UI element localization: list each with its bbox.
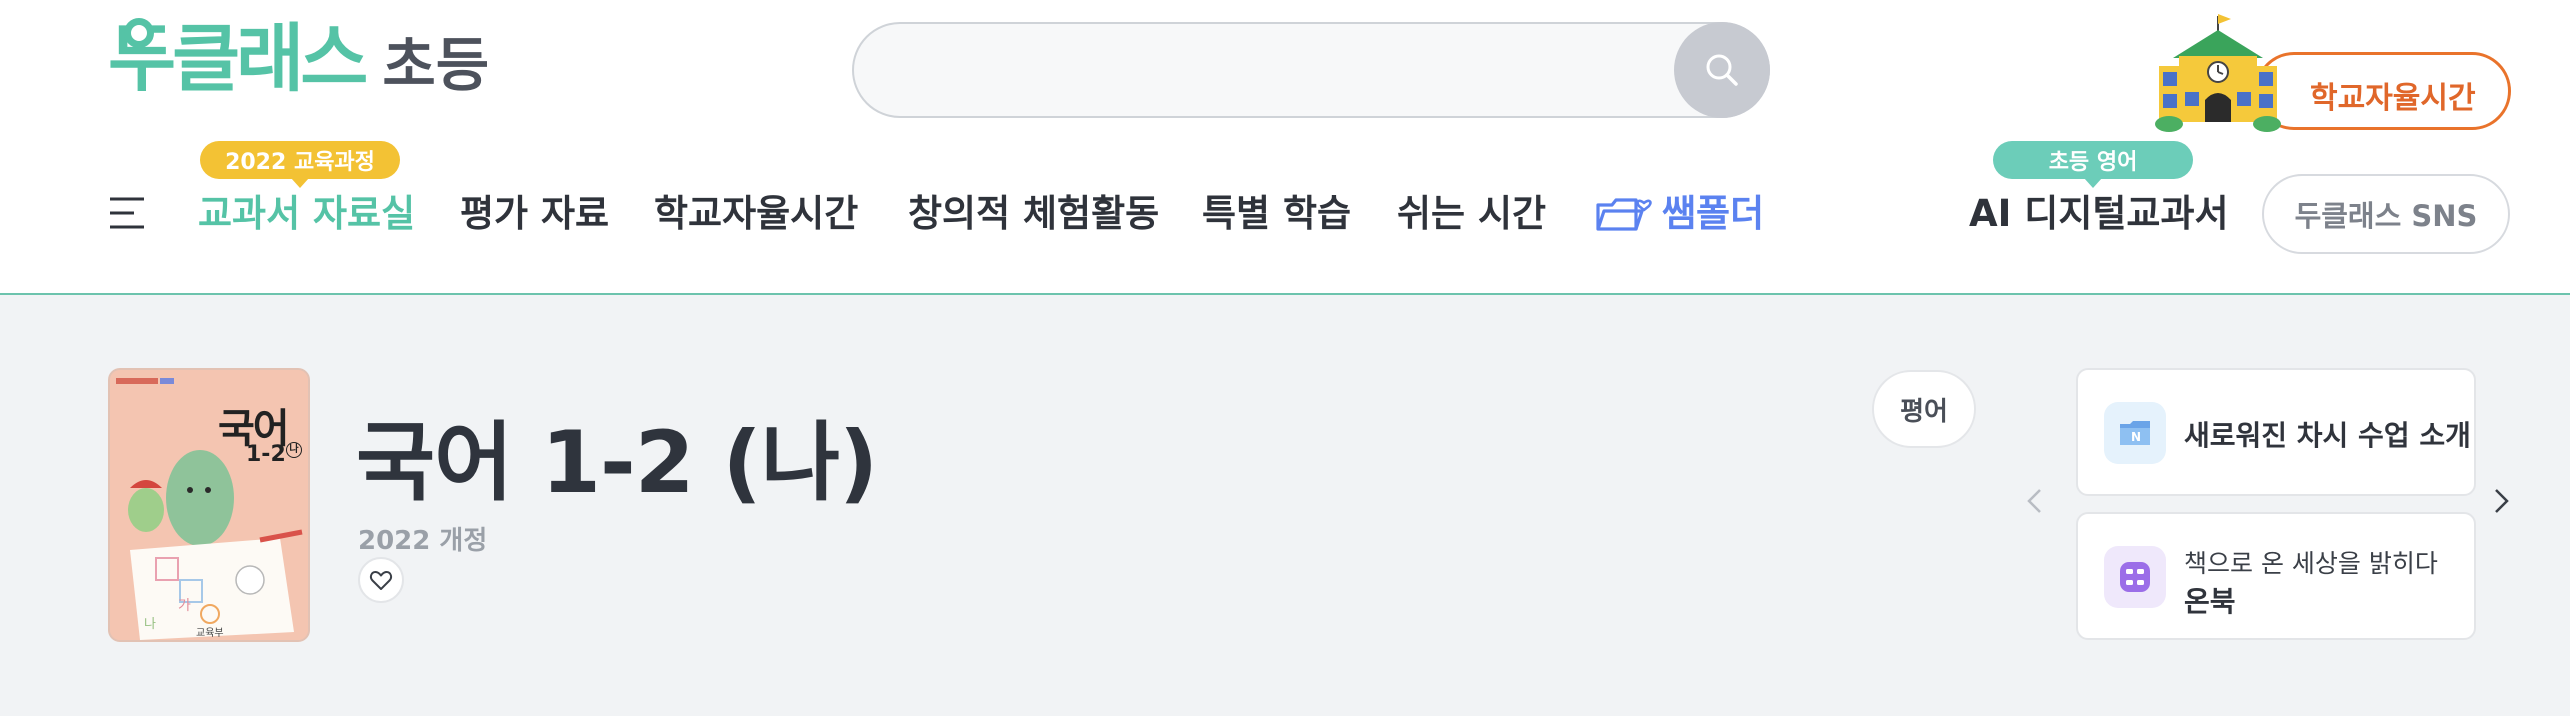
header: 두클래스 초등 학교자율시간 2022 교육과정 교과서 자료실 평가 자료 학… <box>0 0 2570 295</box>
favorite-button[interactable] <box>358 557 404 603</box>
nav-ai-textbook[interactable]: AI 디지털교과서 <box>1969 188 2229 240</box>
search-button[interactable] <box>1674 22 1770 118</box>
svg-text:가: 가 <box>178 598 191 614</box>
cover-grade: 1-2 <box>246 442 286 467</box>
svg-text:나: 나 <box>144 617 156 632</box>
new-folder-icon-letter: N <box>2131 430 2141 444</box>
onbook-subtitle: 책으로 온 세상을 밝히다 <box>2184 549 2438 578</box>
nav-break-time[interactable]: 쉬는 시간 <box>1397 188 1546 240</box>
english-badge: 초등 영어 <box>1993 141 2193 188</box>
onbook-icon <box>2104 546 2166 608</box>
school-time-label: 학교자율시간 <box>2310 81 2476 116</box>
onbook-card[interactable]: 책으로 온 세상을 밝히다 온북 <box>2076 512 2476 640</box>
sns-button[interactable]: 두클래스 SNS <box>2262 174 2510 254</box>
search-icon <box>1706 54 1738 86</box>
logo[interactable]: 두클래스 초등 <box>108 18 490 100</box>
book-revision: 2022 개정 <box>358 526 488 556</box>
eval-comment-button[interactable]: 평어 <box>1872 370 1976 448</box>
nav-ssam-folder[interactable]: 쌤폴더 <box>1594 188 1764 240</box>
nav-ssam-folder-label: 쌤폴더 <box>1662 192 1765 235</box>
nav-special-learning[interactable]: 특별 학습 <box>1202 188 1351 240</box>
new-lesson-card[interactable]: N 새로워진 차시 수업 소개 <box>2076 368 2476 496</box>
cover-volume: 나 <box>286 442 302 458</box>
new-lesson-title: 새로워진 차시 수업 소개 <box>2184 419 2471 452</box>
onbook-title: 온북 <box>2184 585 2236 618</box>
chevron-right-icon[interactable] <box>2486 486 2516 516</box>
search-input[interactable] <box>884 42 1644 98</box>
nav-evaluation[interactable]: 평가 자료 <box>460 188 609 240</box>
cover-publisher: 교육부 <box>196 628 224 639</box>
search-bar <box>852 22 1770 118</box>
heart-icon <box>369 571 393 590</box>
book-title: 국어 1-2 (나) <box>356 413 878 513</box>
nav-school-time[interactable]: 학교자율시간 <box>654 188 858 240</box>
logo-mark <box>124 18 154 48</box>
nav-textbook-resources[interactable]: 교과서 자료실 <box>198 188 415 240</box>
menu-icon[interactable] <box>108 193 148 233</box>
school-building-icon <box>2155 14 2281 132</box>
new-folder-icon: N <box>2104 402 2166 464</box>
chevron-left-icon[interactable] <box>2020 486 2050 516</box>
nav-creative-activities[interactable]: 창의적 체험활동 <box>908 188 1159 240</box>
book-cover[interactable]: 가 나 국어 1-2 나 교육부 <box>108 368 310 642</box>
logo-subtext: 초등 <box>382 31 490 100</box>
folder-heart-icon <box>1596 198 1652 231</box>
school-time-button[interactable]: 학교자율시간 <box>2255 52 2511 130</box>
curriculum-badge: 2022 교육과정 <box>200 141 400 188</box>
